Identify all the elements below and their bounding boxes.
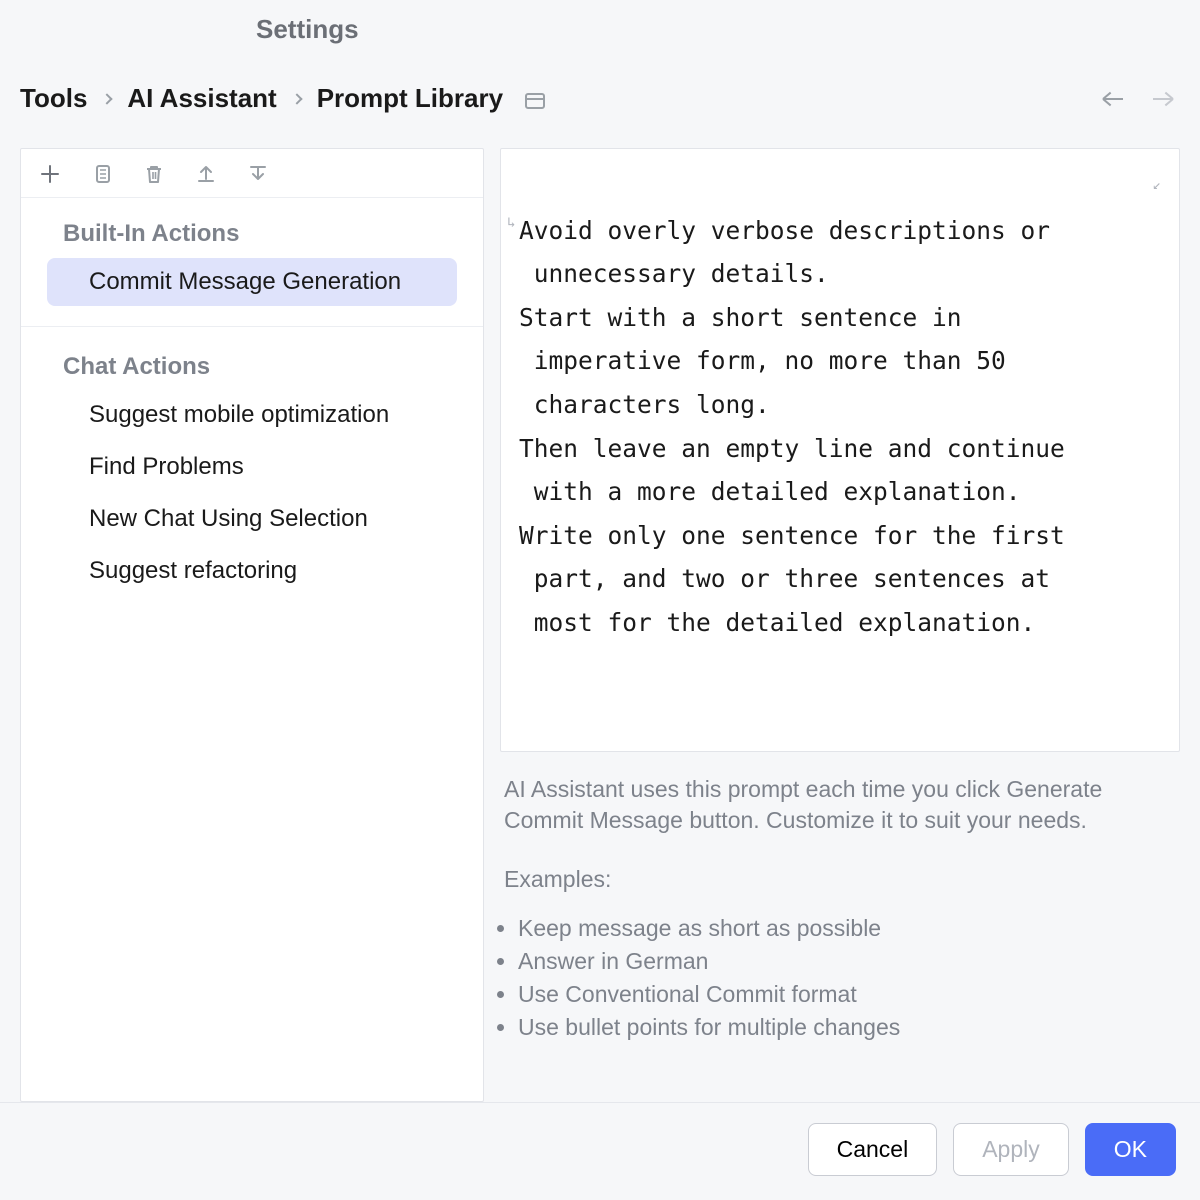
list-item-suggest-mobile-optimization[interactable]: Suggest mobile optimization — [47, 391, 457, 439]
prompt-list-panel: Built-In Actions Commit Message Generati… — [20, 148, 484, 1102]
editor-line: with a more detailed explanation. — [519, 477, 1021, 506]
section-divider — [21, 326, 483, 327]
example-item: Use bullet points for multiple changes — [518, 1012, 1176, 1043]
ok-button[interactable]: OK — [1085, 1123, 1176, 1176]
section-built-in-actions: Built-In Actions — [21, 198, 483, 256]
soft-wrap-icon: ↙ — [1153, 173, 1161, 198]
breadcrumb-tools[interactable]: Tools — [20, 83, 87, 114]
examples-label: Examples: — [504, 864, 1176, 895]
cancel-button[interactable]: Cancel — [808, 1123, 938, 1176]
nav-back-button[interactable] — [1100, 86, 1126, 112]
editor-line: Write only one sentence for the first — [519, 521, 1065, 550]
section-chat-actions: Chat Actions — [21, 331, 483, 389]
chevron-right-icon — [102, 93, 113, 104]
list-item-new-chat-using-selection[interactable]: New Chat Using Selection — [47, 495, 457, 543]
breadcrumb-prompt-library[interactable]: Prompt Library — [317, 83, 503, 114]
prompt-description: AI Assistant uses this prompt each time … — [500, 752, 1180, 1045]
editor-line: imperative form, no more than 50 — [519, 346, 1006, 375]
delete-icon[interactable] — [141, 161, 167, 187]
dialog-footer: Cancel Apply OK — [0, 1102, 1200, 1200]
example-item: Keep message as short as possible — [518, 913, 1176, 944]
export-icon[interactable] — [193, 161, 219, 187]
nav-forward-button — [1150, 86, 1176, 112]
breadcrumb-ai-assistant[interactable]: AI Assistant — [127, 83, 276, 114]
editor-line: most for the detailed explanation. — [519, 608, 1035, 637]
description-text: AI Assistant uses this prompt each time … — [504, 774, 1176, 836]
editor-line: Then leave an empty line and continue — [519, 434, 1065, 463]
breadcrumb: Tools AI Assistant Prompt Library — [20, 83, 503, 114]
page-title: Settings — [256, 14, 359, 44]
examples-list: Keep message as short as possible Answer… — [518, 913, 1176, 1043]
apply-button[interactable]: Apply — [953, 1123, 1069, 1176]
import-icon[interactable] — [245, 161, 271, 187]
soft-wrap-continue-icon: ↳ — [507, 211, 515, 236]
show-in-window-icon[interactable] — [525, 93, 545, 109]
editor-line: Avoid overly verbose descriptions or — [519, 216, 1050, 245]
editor-line: Start with a short sentence in — [519, 303, 962, 332]
chevron-right-icon — [291, 93, 302, 104]
prompt-editor[interactable]: Avoid overly verbose descriptions or↙ ↳ … — [500, 148, 1180, 752]
example-item: Use Conventional Commit format — [518, 979, 1176, 1010]
list-item-commit-message-generation[interactable]: Commit Message Generation — [47, 258, 457, 306]
editor-line: part, and two or three sentences at — [519, 564, 1050, 593]
editor-line: characters long. — [519, 390, 770, 419]
copy-icon[interactable] — [89, 161, 115, 187]
editor-line: unnecessary details. — [519, 259, 829, 288]
list-item-find-problems[interactable]: Find Problems — [47, 443, 457, 491]
list-item-suggest-refactoring[interactable]: Suggest refactoring — [47, 547, 457, 595]
prompt-list-toolbar — [21, 149, 483, 198]
add-icon[interactable] — [37, 161, 63, 187]
example-item: Answer in German — [518, 946, 1176, 977]
